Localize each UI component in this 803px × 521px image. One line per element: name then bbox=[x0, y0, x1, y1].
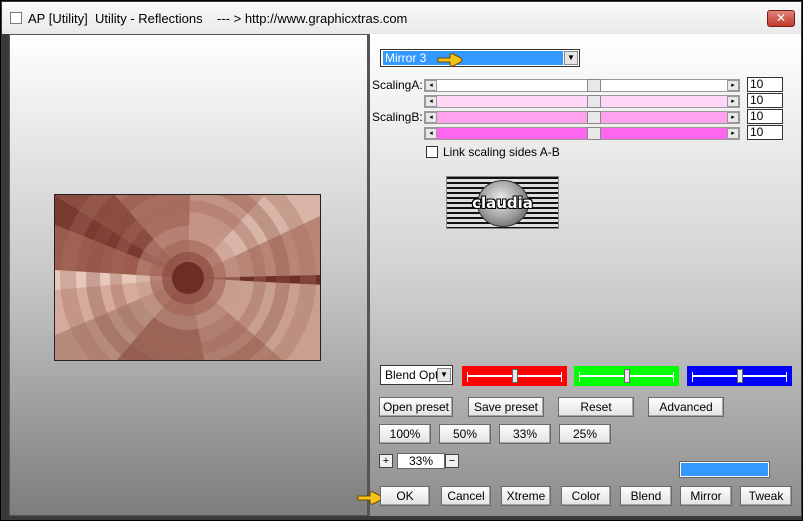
reset-button[interactable]: Reset bbox=[558, 397, 634, 417]
arrow-left-icon[interactable]: ◂ bbox=[425, 128, 437, 139]
mode-dropdown-value: Mirror 3 bbox=[383, 51, 563, 65]
title-bar[interactable]: AP [Utility] Utility - Reflections --- >… bbox=[2, 2, 801, 34]
slider-thumb[interactable] bbox=[587, 95, 601, 108]
author-logo: claudia bbox=[446, 176, 559, 229]
zoom-50-button[interactable]: 50% bbox=[439, 424, 491, 444]
slider-thumb[interactable] bbox=[587, 127, 601, 140]
xtreme-button[interactable]: Xtreme bbox=[501, 486, 551, 506]
ok-button[interactable]: OK bbox=[380, 486, 430, 506]
mirror-button[interactable]: Mirror bbox=[680, 486, 732, 506]
link-scaling-label: Link scaling sides A-B bbox=[443, 145, 560, 159]
slider-tick bbox=[692, 372, 693, 382]
arrow-right-icon[interactable]: ▸ bbox=[727, 128, 739, 139]
slider-scaling-a-2[interactable]: ◂ ▸ bbox=[424, 95, 740, 108]
color-button[interactable]: Color bbox=[561, 486, 611, 506]
preview-image bbox=[54, 194, 321, 361]
zoom-25-button[interactable]: 25% bbox=[559, 424, 611, 444]
window-title: AP [Utility] Utility - Reflections --- >… bbox=[28, 11, 408, 26]
scaling-a-2-value[interactable]: 10 bbox=[747, 93, 783, 108]
reflection-preview-graphic bbox=[55, 195, 320, 360]
chevron-down-icon[interactable]: ▼ bbox=[437, 368, 451, 382]
slider-scaling-a-1[interactable]: ◂ ▸ bbox=[424, 79, 740, 92]
slider-scaling-b-2[interactable]: ◂ ▸ bbox=[424, 127, 740, 140]
color-swatch[interactable] bbox=[679, 461, 770, 478]
blue-slider[interactable] bbox=[687, 366, 792, 386]
zoom-level-field[interactable]: 33% bbox=[397, 453, 445, 469]
mode-dropdown[interactable]: Mirror 3 ▼ bbox=[380, 49, 580, 67]
slider-knob[interactable] bbox=[511, 369, 518, 383]
slider-thumb[interactable] bbox=[587, 79, 601, 92]
zoom-out-button[interactable]: − bbox=[445, 454, 459, 468]
green-slider[interactable] bbox=[574, 366, 679, 386]
slider-tick bbox=[561, 372, 562, 382]
zoom-100-button[interactable]: 100% bbox=[379, 424, 431, 444]
slider-thumb[interactable] bbox=[587, 111, 601, 124]
scaling-b-2-value[interactable]: 10 bbox=[747, 125, 783, 140]
slider-tick bbox=[579, 372, 580, 382]
zoom-in-button[interactable]: + bbox=[379, 454, 393, 468]
open-preset-button[interactable]: Open preset bbox=[379, 397, 453, 417]
blend-options-value: Blend Optio bbox=[383, 368, 437, 382]
close-button[interactable]: ✕ bbox=[767, 10, 795, 27]
arrow-left-icon[interactable]: ◂ bbox=[425, 96, 437, 107]
preview-pane bbox=[9, 34, 368, 516]
blend-options-dropdown[interactable]: Blend Optio ▼ bbox=[380, 365, 453, 385]
scaling-a-1-value[interactable]: 10 bbox=[747, 77, 783, 92]
advanced-button[interactable]: Advanced bbox=[648, 397, 724, 417]
logo-text: claudia bbox=[472, 194, 533, 212]
slider-tick bbox=[786, 372, 787, 382]
arrow-left-icon[interactable]: ◂ bbox=[425, 80, 437, 91]
slider-scaling-b-1[interactable]: ◂ ▸ bbox=[424, 111, 740, 124]
red-slider[interactable] bbox=[462, 366, 567, 386]
cancel-button[interactable]: Cancel bbox=[441, 486, 491, 506]
app-icon bbox=[10, 12, 22, 24]
slider-knob[interactable] bbox=[623, 369, 630, 383]
slider-knob[interactable] bbox=[736, 369, 743, 383]
arrow-right-icon[interactable]: ▸ bbox=[727, 112, 739, 123]
pointing-hand-icon bbox=[437, 53, 463, 67]
scaling-b-1-value[interactable]: 10 bbox=[747, 109, 783, 124]
zoom-33-button[interactable]: 33% bbox=[499, 424, 551, 444]
tweak-button[interactable]: Tweak bbox=[740, 486, 792, 506]
reflections-window: AP [Utility] Utility - Reflections --- >… bbox=[0, 0, 803, 521]
slider-tick bbox=[673, 372, 674, 382]
scaling-a-label: ScalingA: bbox=[372, 78, 423, 92]
arrow-right-icon[interactable]: ▸ bbox=[727, 80, 739, 91]
arrow-right-icon[interactable]: ▸ bbox=[727, 96, 739, 107]
slider-tick bbox=[467, 372, 468, 382]
chevron-down-icon[interactable]: ▼ bbox=[564, 51, 578, 65]
scaling-b-label: ScalingB: bbox=[372, 110, 423, 124]
link-scaling-checkbox[interactable] bbox=[426, 146, 438, 158]
blend-button[interactable]: Blend bbox=[620, 486, 672, 506]
arrow-left-icon[interactable]: ◂ bbox=[425, 112, 437, 123]
save-preset-button[interactable]: Save preset bbox=[468, 397, 544, 417]
